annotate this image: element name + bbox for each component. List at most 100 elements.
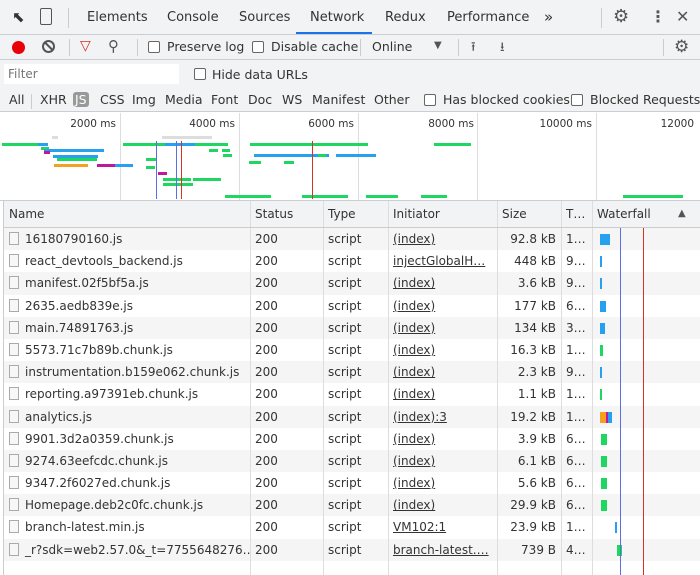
disable-cache-checkbox[interactable] (252, 41, 264, 53)
column-header-initiator[interactable]: Initiator (388, 201, 497, 227)
cell-name: 9347.2f6027ed.chunk.js (4, 472, 250, 494)
filter-input[interactable] (4, 64, 179, 84)
filter-icon[interactable]: ▽ (80, 38, 91, 54)
hide-data-urls-checkbox[interactable] (194, 68, 206, 80)
throttling-select[interactable]: Online (372, 39, 412, 54)
table-row[interactable]: 9901.3d2a0359.chunk.js 200 script (index) 3.… (4, 427, 700, 450)
type-filter-js[interactable]: JS (73, 92, 89, 107)
cell-initiator[interactable]: (index) (388, 228, 497, 250)
table-row[interactable]: reporting.a97391eb.chunk.js 200 script (ind… (4, 383, 700, 406)
type-filter-media[interactable]: Media (165, 92, 203, 107)
table-row[interactable]: 9274.63eefcdc.chunk.js 200 script (index) 6.… (4, 449, 700, 473)
settings-gear-icon[interactable]: ⚙ (613, 6, 629, 27)
more-options-icon[interactable]: ⋮ (650, 7, 666, 26)
column-header-time[interactable]: T… (561, 201, 592, 227)
cell-initiator[interactable]: (index) (388, 295, 497, 317)
cell-initiator[interactable]: (index) (388, 317, 497, 339)
initiator-text[interactable]: VM102:1 (393, 520, 446, 534)
table-row[interactable]: 5573.71c7b89b.chunk.js 200 script (index) 16… (4, 338, 700, 362)
cell-initiator[interactable]: (index) (388, 428, 497, 450)
device-toolbar-icon[interactable] (40, 8, 52, 25)
chevron-down-icon[interactable]: ▼ (434, 40, 442, 51)
initiator-text[interactable]: (index) (393, 387, 435, 401)
record-icon[interactable] (12, 41, 25, 54)
table-row[interactable]: main.74891763.js 200 script (index) 134 kB 3… (4, 316, 700, 339)
type-filter-manifest[interactable]: Manifest (312, 92, 365, 107)
initiator-text[interactable]: (index) (393, 432, 435, 446)
table-row[interactable]: analytics.js 200 script (index):3 19.2 kB 1… (4, 405, 700, 428)
close-icon[interactable]: ✕ (676, 7, 689, 26)
type-filter-font[interactable]: Font (211, 92, 238, 107)
type-filter-other[interactable]: Other (374, 92, 410, 107)
initiator-text[interactable]: injectGlobalH… (393, 254, 485, 268)
network-settings-gear-icon[interactable]: ⚙ (674, 37, 689, 57)
sort-ascending-icon[interactable]: ▲ (678, 208, 686, 219)
table-row[interactable]: _r?sdk=web2.57.0&_t=7755648276… 200 script… (4, 538, 700, 561)
column-header-type[interactable]: Type (323, 201, 388, 227)
cell-initiator[interactable]: (index) (388, 472, 497, 494)
tab-console[interactable]: Console (167, 10, 219, 25)
initiator-text[interactable]: (index) (393, 476, 435, 490)
export-har-icon[interactable]: ⭳ (500, 38, 505, 60)
cell-initiator[interactable]: (index) (388, 339, 497, 361)
inspect-element-icon[interactable]: ⬉ (12, 8, 25, 26)
type-filter-doc[interactable]: Doc (248, 92, 272, 107)
has-blocked-cookies-checkbox[interactable] (424, 94, 436, 106)
initiator-text[interactable]: (index):3 (393, 410, 447, 424)
cell-initiator[interactable]: (index) (388, 361, 497, 383)
initiator-text[interactable]: (index) (393, 498, 435, 512)
table-row[interactable]: instrumentation.b159e062.chunk.js 200 scri… (4, 361, 700, 384)
initiator-text[interactable]: (index) (393, 299, 435, 313)
column-header-size[interactable]: Size (497, 201, 561, 227)
initiator-text[interactable]: (index) (393, 321, 435, 335)
type-filter-xhr[interactable]: XHR (40, 92, 67, 107)
cell-initiator[interactable]: (index) (388, 450, 497, 472)
type-filter-all[interactable]: All (9, 92, 25, 107)
time-text: 9… (566, 276, 586, 291)
table-row[interactable]: 2635.aedb839e.js 200 script (index) 177 kB 6… (4, 294, 700, 317)
initiator-text[interactable]: (index) (393, 365, 435, 379)
cell-initiator[interactable]: (index) (388, 494, 497, 516)
file-icon (9, 520, 19, 534)
type-filter-css[interactable]: CSS (100, 92, 125, 107)
cell-initiator[interactable]: injectGlobalH… (388, 250, 497, 272)
table-row[interactable]: Homepage.deb2c0fc.chunk.js 200 script (inde… (4, 494, 700, 517)
cell-initiator[interactable]: (index) (388, 272, 497, 294)
initiator-text[interactable]: (index) (393, 276, 435, 290)
tab-elements[interactable]: Elements (87, 10, 148, 25)
cell-type: script (323, 450, 388, 472)
table-row[interactable]: manifest.02f5bf5a.js 200 script (index) 3.6 … (4, 272, 700, 295)
clear-icon[interactable] (42, 40, 55, 53)
cell-initiator[interactable]: branch-latest.… (388, 539, 497, 561)
cell-type: script (323, 339, 388, 361)
file-icon (9, 476, 19, 490)
initiator-text[interactable]: (index) (393, 343, 435, 357)
cell-initiator[interactable]: (index):3 (388, 406, 497, 428)
column-header-name[interactable]: Name (4, 201, 250, 227)
tab-performance[interactable]: Performance (447, 10, 529, 25)
search-icon[interactable]: ⚲ (108, 37, 119, 55)
blocked-requests-checkbox[interactable] (571, 94, 583, 106)
type-filter-img[interactable]: Img (132, 92, 156, 107)
tab-redux[interactable]: Redux (385, 10, 426, 25)
initiator-text[interactable]: branch-latest.… (393, 543, 489, 557)
more-tabs-button[interactable]: » (544, 8, 553, 26)
column-header-status[interactable]: Status (250, 201, 323, 227)
cell-initiator[interactable]: (index) (388, 383, 497, 405)
requests-table: Name Status Type Initiator Size T… Waterfall ▲ … (3, 201, 700, 575)
table-row[interactable]: react_devtools_backend.js 200 script inject… (4, 250, 700, 273)
table-row[interactable]: 16180790160.js 200 script (index) 92.8 kB 1… (4, 228, 700, 251)
initiator-text[interactable]: (index) (393, 454, 435, 468)
cell-name: 16180790160.js (4, 228, 250, 250)
table-row[interactable]: branch-latest.min.js 200 script VM102:1 23.9… (4, 516, 700, 539)
tab-sources[interactable]: Sources (239, 10, 290, 25)
table-row[interactable]: 9347.2f6027ed.chunk.js 200 script (index) 5.… (4, 472, 700, 495)
preserve-log-checkbox[interactable] (148, 41, 160, 53)
network-overview-timeline[interactable]: 2000 ms 4000 ms 6000 ms 8000 ms 10000 ms 1200… (0, 113, 700, 210)
type-filter-ws[interactable]: WS (282, 92, 302, 107)
tab-network[interactable]: Network (296, 10, 378, 33)
initiator-text[interactable]: (index) (393, 232, 435, 246)
type-text: script (328, 476, 362, 491)
cell-initiator[interactable]: VM102:1 (388, 516, 497, 538)
import-har-icon[interactable]: ⭱ (471, 38, 476, 60)
